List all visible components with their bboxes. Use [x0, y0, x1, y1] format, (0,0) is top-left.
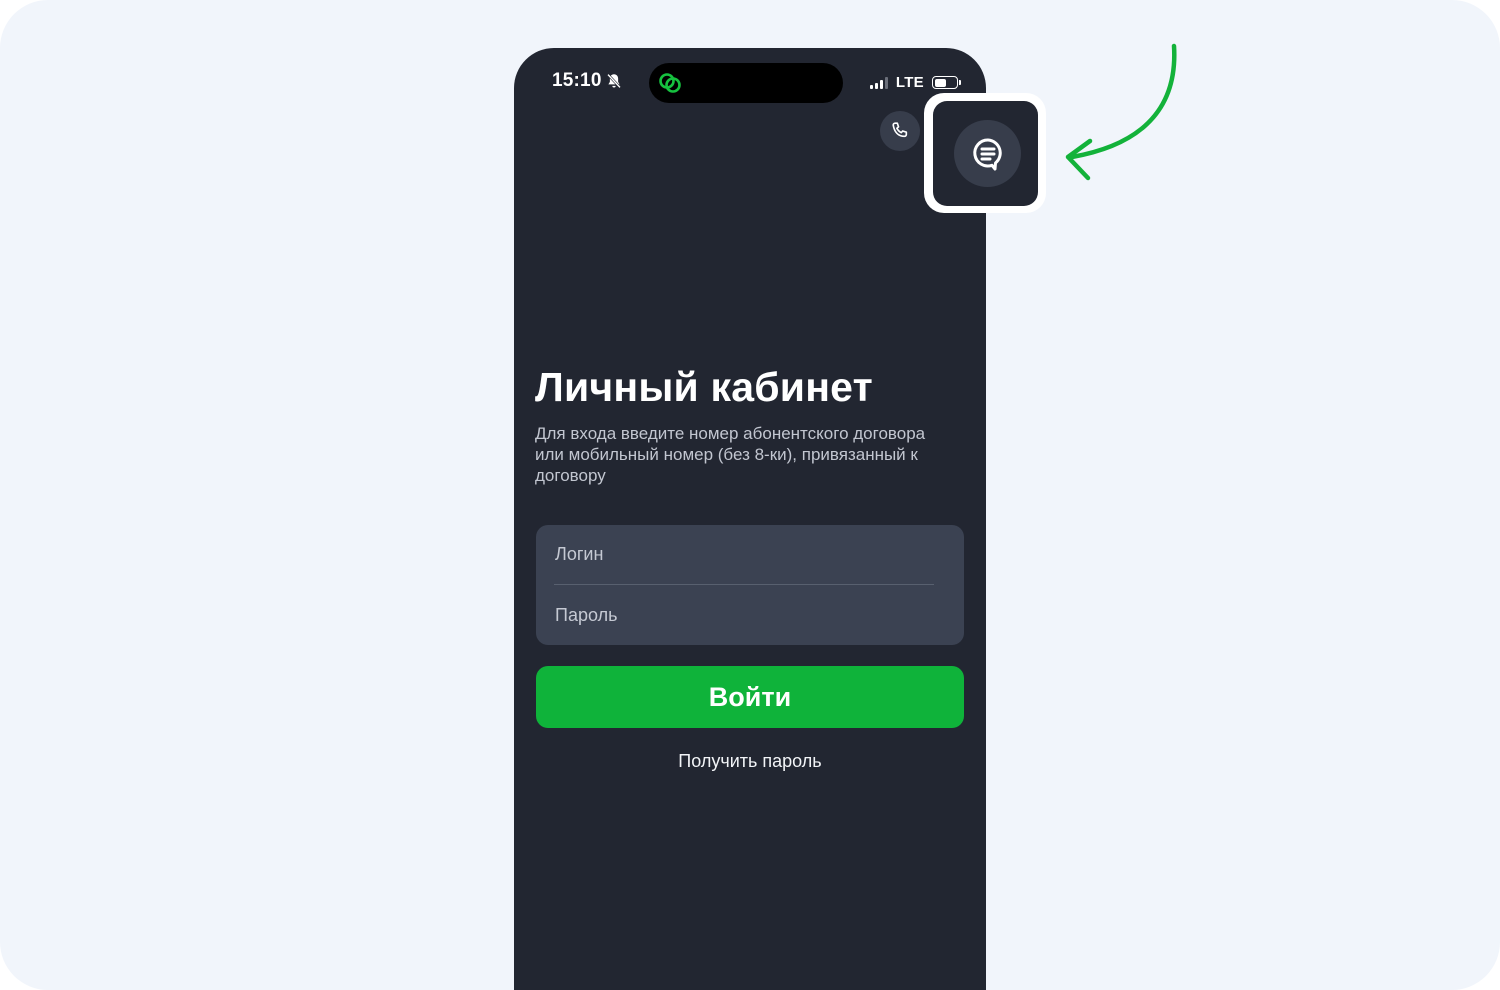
- page-canvas: 15:10 LTE Личный кабинет Для входа введи…: [0, 0, 1500, 990]
- linked-circles-icon: [659, 73, 681, 93]
- call-button[interactable]: [880, 111, 920, 151]
- callout-inner: [933, 101, 1038, 206]
- password-input[interactable]: [536, 586, 964, 645]
- status-time: 15:10: [552, 70, 623, 92]
- login-input[interactable]: [536, 525, 964, 584]
- login-instructions: Для входа введите номер абонентского дог…: [535, 424, 926, 485]
- chat-button[interactable]: [954, 120, 1021, 187]
- bell-off-icon: [606, 73, 621, 89]
- status-time-text: 15:10: [552, 70, 602, 91]
- battery-icon: [932, 76, 961, 89]
- get-password-link[interactable]: Получить пароль: [514, 751, 986, 772]
- signal-icon: [869, 76, 888, 89]
- field-divider: [554, 584, 934, 585]
- dynamic-island: [649, 63, 843, 103]
- chat-button-callout: [924, 93, 1046, 213]
- pointer-arrow-icon: [1065, 43, 1177, 181]
- login-form: [536, 525, 964, 645]
- login-button[interactable]: Войти: [536, 666, 964, 728]
- status-indicators: LTE: [869, 74, 961, 91]
- chat-bubble-icon: [972, 137, 1002, 170]
- phone-icon: [892, 122, 908, 138]
- phone-screen: 15:10 LTE Личный кабинет Для входа введи…: [514, 48, 986, 990]
- page-title: Личный кабинет: [535, 364, 873, 410]
- network-type: LTE: [895, 74, 924, 91]
